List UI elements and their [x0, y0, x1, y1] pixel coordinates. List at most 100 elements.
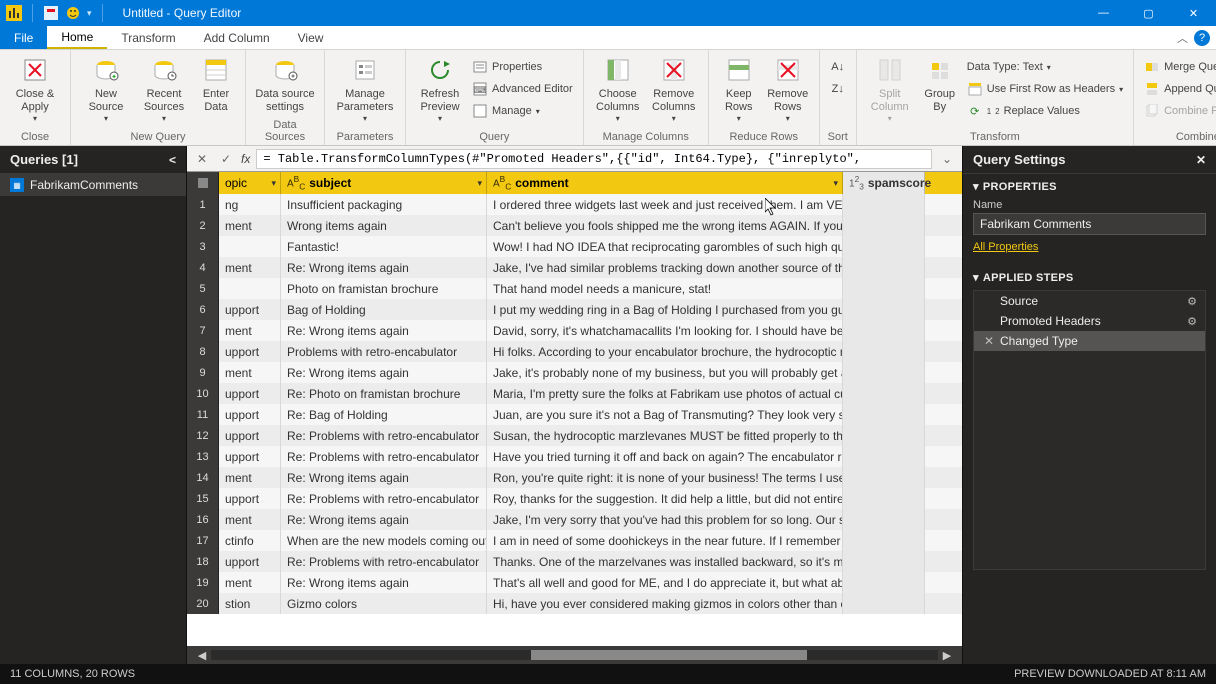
enter-data-button[interactable]: EnterData: [193, 52, 239, 114]
cell-spamscore[interactable]: [843, 341, 925, 362]
gear-icon[interactable]: ⚙: [1187, 315, 1197, 328]
cell-subject[interactable]: Bag of Holding: [281, 299, 487, 320]
transform-tab[interactable]: Transform: [107, 26, 189, 49]
table-row[interactable]: 20stionGizmo colorsHi, have you ever con…: [187, 593, 962, 614]
table-row[interactable]: 7mentRe: Wrong items againDavid, sorry, …: [187, 320, 962, 341]
row-header[interactable]: 6: [187, 299, 219, 320]
cell-subject[interactable]: Re: Wrong items again: [281, 320, 487, 341]
sort-desc-button[interactable]: Z↓: [826, 78, 850, 100]
gear-icon[interactable]: ⚙: [1187, 295, 1197, 308]
horizontal-scrollbar[interactable]: ◀ ▶: [187, 646, 962, 664]
cell-comment[interactable]: Jake, I'm very sorry that you've had thi…: [487, 509, 843, 530]
filter-icon[interactable]: ▾: [833, 178, 838, 189]
row-header[interactable]: 3: [187, 236, 219, 257]
cell-subject[interactable]: Re: Problems with retro-encabulator: [281, 425, 487, 446]
row-header[interactable]: 9: [187, 362, 219, 383]
cell-spamscore[interactable]: [843, 509, 925, 530]
cell-spamscore[interactable]: [843, 425, 925, 446]
all-properties-link[interactable]: All Properties: [973, 241, 1038, 253]
cell-topic[interactable]: ment: [219, 509, 281, 530]
cell-spamscore[interactable]: [843, 383, 925, 404]
query-name-input[interactable]: [973, 213, 1206, 235]
column-header-subject[interactable]: ABCsubject▾: [281, 172, 487, 194]
row-header[interactable]: 10: [187, 383, 219, 404]
cell-spamscore[interactable]: [843, 215, 925, 236]
cell-topic[interactable]: ment: [219, 257, 281, 278]
settings-close-icon[interactable]: ✕: [1196, 153, 1206, 167]
formula-cancel-icon[interactable]: ✕: [193, 152, 211, 166]
table-row[interactable]: 18upportRe: Problems with retro-encabula…: [187, 551, 962, 572]
scroll-left-icon[interactable]: ◀: [193, 649, 211, 662]
table-row[interactable]: 1ngInsufficient packagingI ordered three…: [187, 194, 962, 215]
column-header-topic[interactable]: opic▾: [219, 172, 281, 194]
cell-spamscore[interactable]: [843, 572, 925, 593]
merge-queries-button[interactable]: Merge Queries ▾: [1140, 56, 1216, 78]
cell-comment[interactable]: Can't believe you fools shipped me the w…: [487, 215, 843, 236]
cell-subject[interactable]: Re: Wrong items again: [281, 467, 487, 488]
cell-spamscore[interactable]: [843, 257, 925, 278]
cell-comment[interactable]: Hi folks. According to your encabulator …: [487, 341, 843, 362]
cell-topic[interactable]: ment: [219, 320, 281, 341]
cell-subject[interactable]: Problems with retro-encabulator: [281, 341, 487, 362]
cell-comment[interactable]: Roy, thanks for the suggestion. It did h…: [487, 488, 843, 509]
row-header[interactable]: 12: [187, 425, 219, 446]
cell-spamscore[interactable]: [843, 467, 925, 488]
first-row-headers-button[interactable]: Use First Row as Headers ▾: [963, 78, 1127, 100]
cell-comment[interactable]: I am in need of some doohickeys in the n…: [487, 530, 843, 551]
applied-steps-header[interactable]: ▾APPLIED STEPS: [973, 271, 1206, 284]
cell-comment[interactable]: I put my wedding ring in a Bag of Holdin…: [487, 299, 843, 320]
row-header[interactable]: 2: [187, 215, 219, 236]
table-row[interactable]: 11upportRe: Bag of HoldingJuan, are you …: [187, 404, 962, 425]
cell-comment[interactable]: David, sorry, it's whatchamacallits I'm …: [487, 320, 843, 341]
cell-topic[interactable]: stion: [219, 593, 281, 614]
row-header[interactable]: 14: [187, 467, 219, 488]
properties-section-header[interactable]: ▾PROPERTIES: [973, 180, 1206, 193]
cell-comment[interactable]: Juan, are you sure it's not a Bag of Tra…: [487, 404, 843, 425]
cell-subject[interactable]: Re: Wrong items again: [281, 572, 487, 593]
table-row[interactable]: 2mentWrong items againCan't believe you …: [187, 215, 962, 236]
cell-subject[interactable]: Re: Wrong items again: [281, 362, 487, 383]
minimize-button[interactable]: ―: [1081, 0, 1126, 26]
column-header-spamscore[interactable]: 123spamscore: [843, 172, 925, 194]
cell-topic[interactable]: [219, 278, 281, 299]
cell-topic[interactable]: ment: [219, 467, 281, 488]
cell-subject[interactable]: Wrong items again: [281, 215, 487, 236]
split-column-button[interactable]: SplitColumn▾: [863, 52, 917, 123]
cell-comment[interactable]: Maria, I'm pretty sure the folks at Fabr…: [487, 383, 843, 404]
cell-spamscore[interactable]: [843, 362, 925, 383]
cell-topic[interactable]: upport: [219, 446, 281, 467]
applied-step[interactable]: Source⚙: [974, 291, 1205, 311]
table-row[interactable]: 12upportRe: Problems with retro-encabula…: [187, 425, 962, 446]
queries-collapse-icon[interactable]: <: [169, 153, 176, 167]
file-tab[interactable]: File: [0, 26, 47, 49]
cell-topic[interactable]: upport: [219, 404, 281, 425]
row-header[interactable]: 20: [187, 593, 219, 614]
cell-comment[interactable]: Ron, you're quite right: it is none of y…: [487, 467, 843, 488]
add-column-tab[interactable]: Add Column: [190, 26, 284, 49]
cell-topic[interactable]: upport: [219, 551, 281, 572]
table-row[interactable]: 15upportRe: Problems with retro-encabula…: [187, 488, 962, 509]
new-source-button[interactable]: ✦ NewSource▾: [77, 52, 135, 123]
cell-spamscore[interactable]: [843, 530, 925, 551]
maximize-button[interactable]: ▢: [1126, 0, 1171, 26]
cell-spamscore[interactable]: [843, 551, 925, 572]
table-row[interactable]: 8upportProblems with retro-encabulatorHi…: [187, 341, 962, 362]
refresh-preview-button[interactable]: RefreshPreview▾: [412, 52, 468, 123]
row-header[interactable]: 8: [187, 341, 219, 362]
cell-subject[interactable]: Re: Problems with retro-encabulator: [281, 551, 487, 572]
column-header-comment[interactable]: ABCcomment▾: [487, 172, 843, 194]
cell-comment[interactable]: Jake, it's probably none of my business,…: [487, 362, 843, 383]
row-header[interactable]: 1: [187, 194, 219, 215]
cell-comment[interactable]: That's all well and good for ME, and I d…: [487, 572, 843, 593]
query-item-fabrikamcomments[interactable]: ▦ FabrikamComments: [0, 174, 186, 196]
row-header[interactable]: 7: [187, 320, 219, 341]
cell-subject[interactable]: Re: Photo on framistan brochure: [281, 383, 487, 404]
table-row[interactable]: 4mentRe: Wrong items againJake, I've had…: [187, 257, 962, 278]
formula-input[interactable]: [256, 149, 932, 169]
advanced-editor-button[interactable]: ⌨Advanced Editor: [468, 78, 577, 100]
cell-topic[interactable]: ctinfo: [219, 530, 281, 551]
table-row[interactable]: 10upportRe: Photo on framistan brochureM…: [187, 383, 962, 404]
combine-files-button[interactable]: Combine Files: [1140, 100, 1216, 122]
qat-smiley-icon[interactable]: [65, 5, 81, 21]
sort-asc-button[interactable]: A↓: [826, 56, 850, 78]
